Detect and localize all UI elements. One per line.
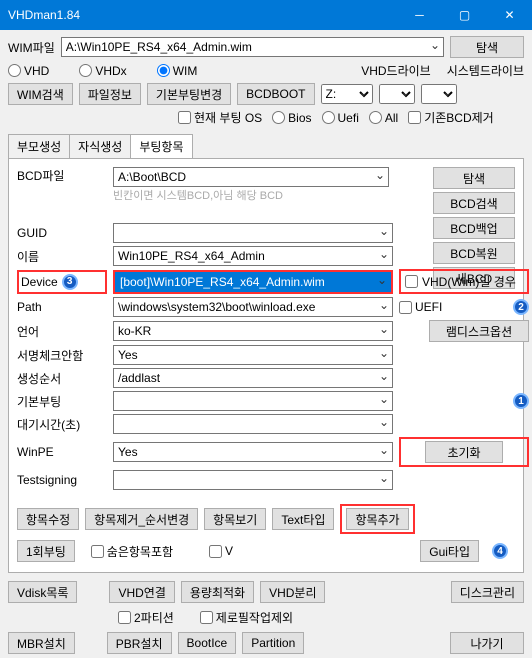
titlebar: VHDman1.84 ─ ▢ ✕ — [0, 0, 532, 30]
minimize-button[interactable]: ─ — [397, 0, 442, 30]
path-combo[interactable] — [113, 297, 393, 317]
lang-combo[interactable] — [113, 321, 393, 341]
reset-button[interactable]: 초기화 — [425, 441, 503, 463]
order-label: 생성순서 — [17, 370, 107, 387]
existing-bcd-del-check[interactable]: 기존BCD제거 — [408, 109, 494, 126]
badge-1: 1 — [513, 393, 529, 409]
device-combo[interactable] — [115, 272, 391, 292]
browse-button[interactable]: 탐색 — [450, 36, 524, 58]
close-button[interactable]: ✕ — [487, 0, 532, 30]
drive-3-combo[interactable] — [421, 84, 457, 104]
bios-radio[interactable]: Bios — [272, 111, 311, 125]
pbr-button[interactable]: PBR설치 — [107, 632, 172, 654]
view-item-button[interactable]: 항목보기 — [204, 508, 266, 530]
wim-radio[interactable]: WIM — [157, 64, 198, 78]
badge-2: 2 — [513, 299, 529, 315]
bcd-restore-button[interactable]: BCD복원 — [433, 242, 515, 264]
sigcheck-combo[interactable] — [113, 345, 393, 365]
vhdsplit-button[interactable]: VHD분리 — [260, 581, 325, 603]
mbr-button[interactable]: MBR설치 — [8, 632, 75, 654]
defboot-label: 기본부팅 — [17, 393, 107, 410]
exit-button[interactable]: 나가기 — [450, 632, 524, 654]
vhdwim-check[interactable] — [405, 275, 418, 288]
timeout-combo[interactable] — [113, 414, 393, 434]
tab-boot[interactable]: 부팅항목 — [130, 134, 192, 158]
winpe-label: WinPE — [17, 445, 107, 459]
name-combo[interactable] — [113, 246, 393, 266]
guitype-button[interactable]: Gui타입 — [420, 540, 479, 562]
window-title: VHDman1.84 — [8, 8, 397, 22]
badge-4: 4 — [492, 543, 508, 559]
drive-z-combo[interactable]: Z: — [321, 84, 373, 104]
uefi-check[interactable]: UEFI — [399, 300, 442, 314]
vdisklist-button[interactable]: Vdisk목록 — [8, 581, 77, 603]
wimsearch-button[interactable]: WIM검색 — [8, 83, 73, 105]
order-combo[interactable] — [113, 368, 393, 388]
ramdisk-button[interactable]: 램디스크옵션 — [429, 320, 529, 342]
badge-3: 3 — [62, 274, 78, 290]
bcdboot-button[interactable]: BCDBOOT — [237, 83, 314, 105]
guid-label: GUID — [17, 226, 107, 240]
bcdfile-placeholder: 빈칸이면 시스템BCD,아님 해당 BCD — [113, 187, 389, 203]
sigcheck-label: 서명체크안함 — [17, 347, 107, 364]
v-check[interactable]: V — [209, 544, 233, 558]
vhd-radio[interactable]: VHD — [8, 64, 49, 78]
guid-combo[interactable] — [113, 223, 393, 243]
tab-child[interactable]: 자식생성 — [69, 134, 131, 158]
tab-parent[interactable]: 부모생성 — [8, 134, 70, 158]
oneboot-button[interactable]: 1회부팅 — [17, 540, 75, 562]
cur-boot-os-check[interactable]: 현재 부팅 OS — [178, 109, 262, 126]
bcd-backup-button[interactable]: BCD백업 — [433, 217, 515, 239]
testsigning-label: Testsigning — [17, 473, 107, 487]
add-item-button[interactable]: 항목추가 — [346, 508, 408, 530]
bcdfile-label: BCD파일 — [17, 169, 64, 183]
bcd-search-button[interactable]: BCD검색 — [433, 192, 515, 214]
remove-order-button[interactable]: 항목제거_순서변경 — [85, 508, 198, 530]
all-radio[interactable]: All — [369, 111, 398, 125]
defboot-combo[interactable] — [113, 391, 393, 411]
device-label: Device — [21, 275, 58, 289]
testsigning-combo[interactable] — [113, 470, 393, 490]
bcdfile-combo[interactable] — [113, 167, 389, 187]
edit-item-button[interactable]: 항목수정 — [17, 508, 79, 530]
bcd-browse-button[interactable]: 탐색 — [433, 167, 515, 189]
vhdx-radio[interactable]: VHDx — [79, 64, 126, 78]
bootice-button[interactable]: BootIce — [178, 632, 237, 654]
partition-button[interactable]: Partition — [242, 632, 304, 654]
vhdconnect-button[interactable]: VHD연결 — [109, 581, 174, 603]
wimfile-label: WIM파일 — [8, 39, 55, 56]
texttype-button[interactable]: Text타입 — [272, 508, 334, 530]
timeout-label: 대기시간(초) — [17, 416, 107, 433]
capacity-button[interactable]: 용량최적화 — [181, 581, 254, 603]
drive-2-combo[interactable] — [379, 84, 415, 104]
winpe-combo[interactable] — [113, 442, 393, 462]
name-label: 이름 — [17, 248, 107, 265]
hidden-check[interactable]: 숨은항목포함 — [91, 543, 173, 560]
fileinfo-button[interactable]: 파일정보 — [79, 83, 141, 105]
diskmgmt-button[interactable]: 디스크관리 — [451, 581, 524, 603]
path-label: Path — [17, 300, 107, 314]
vhd-drive-label: VHD드라이브 — [361, 62, 431, 79]
uefi-radio[interactable]: Uefi — [322, 111, 359, 125]
sys-drive-label: 시스템드라이브 — [447, 62, 524, 79]
bootchange-button[interactable]: 기본부팅변경 — [147, 83, 231, 105]
lang-label: 언어 — [17, 323, 107, 340]
wimfile-combo[interactable] — [61, 37, 444, 57]
vhdwim-label: VHD(Wim)일 경우 — [422, 273, 516, 290]
maximize-button[interactable]: ▢ — [442, 0, 487, 30]
